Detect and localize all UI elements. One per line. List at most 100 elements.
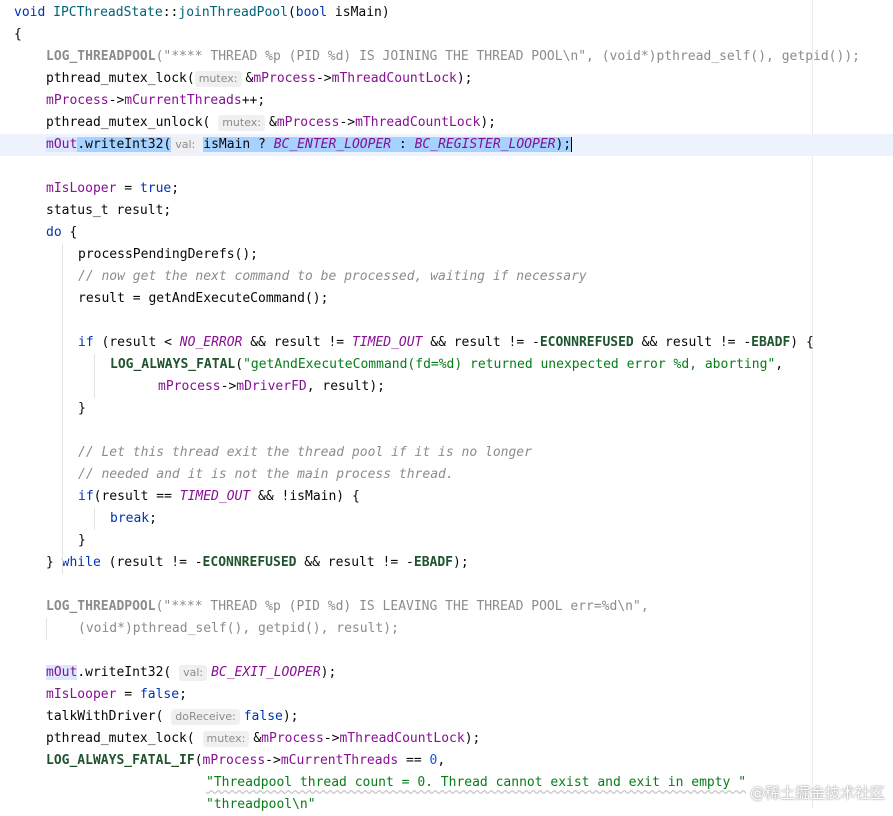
code-token: joinThreadPool — [178, 5, 288, 20]
code-line[interactable]: break; — [0, 508, 893, 530]
code-line[interactable]: mProcess->mCurrentThreads++; — [0, 90, 893, 112]
code-token: isMain ? — [203, 137, 274, 152]
code-token: ); — [453, 555, 469, 570]
parameter-hint: doReceive: — [171, 709, 240, 725]
code-line[interactable]: LOG_THREADPOOL("**** THREAD %p (PID %d) … — [0, 596, 893, 618]
code-editor[interactable]: void IPCThreadState::joinThreadPool(bool… — [0, 0, 893, 812]
code-token: , result); — [306, 379, 386, 394]
code-token: processPendingDerefs(); — [78, 247, 259, 262]
code-token: BC_ENTER_LOOPER — [273, 137, 392, 152]
code-line[interactable]: { — [0, 24, 893, 46]
code-token: } — [78, 401, 86, 416]
code-text: mOut.writeInt32( val: BC_EXIT_LOOPER); — [46, 662, 336, 684]
code-line[interactable]: LOG_ALWAYS_FATAL_IF(mProcess->mCurrentTh… — [0, 750, 893, 772]
code-line[interactable]: // Let this thread exit the thread pool … — [0, 442, 893, 464]
code-line[interactable]: pthread_mutex_lock(mutex: &mProcess->mThr… — [0, 68, 893, 90]
code-token: = — [116, 181, 140, 196]
code-line[interactable]: mOut.writeInt32( val: BC_EXIT_LOOPER); — [0, 662, 893, 684]
code-text: break; — [110, 508, 157, 530]
code-line[interactable]: pthread_mutex_lock( mutex: &mProcess->mTh… — [0, 728, 893, 750]
code-token: = — [116, 687, 140, 702]
code-text: status_t result; — [46, 200, 171, 222]
code-text: processPendingDerefs(); — [78, 244, 258, 266]
code-line[interactable]: talkWithDriver( doReceive: false); — [0, 706, 893, 728]
code-line[interactable]: // needed and it is not the main process… — [0, 464, 893, 486]
code-line[interactable]: mIsLooper = false; — [0, 684, 893, 706]
code-token: mDriverFD — [236, 379, 307, 394]
code-token: "Threadpool thread count = 0. Thread can… — [206, 775, 747, 790]
code-line[interactable] — [0, 574, 893, 596]
code-text: "Threadpool thread count = 0. Thread can… — [206, 772, 746, 794]
code-token: mIsLooper — [46, 687, 117, 702]
code-token: ) { — [790, 335, 814, 350]
code-text: // now get the next command to be proces… — [78, 266, 587, 288]
code-line[interactable]: if (result < NO_ERROR && result != TIMED… — [0, 332, 893, 354]
code-line[interactable]: mOut.writeInt32(val: isMain ? BC_ENTER_LO… — [0, 134, 893, 156]
code-line[interactable] — [0, 156, 893, 178]
code-token: ("**** THREAD %p (PID %d) IS LEAVING THE… — [155, 599, 649, 614]
code-token: "threadpool\n" — [206, 797, 316, 812]
code-line[interactable] — [0, 420, 893, 442]
code-token: -> — [315, 71, 332, 86]
code-line[interactable]: void IPCThreadState::joinThreadPool(bool… — [0, 2, 893, 24]
code-line[interactable]: do { — [0, 222, 893, 244]
indent-guide — [94, 508, 95, 530]
code-token: pthread_mutex_lock( — [46, 731, 203, 746]
parameter-hint: mutex: — [194, 71, 242, 87]
code-text: mProcess->mCurrentThreads++; — [46, 90, 265, 112]
code-token: // now get the next command to be proces… — [78, 269, 587, 284]
code-line[interactable]: } — [0, 398, 893, 420]
code-text: mProcess->mDriverFD, result); — [158, 376, 385, 398]
code-line[interactable]: if(result == TIMED_OUT && !isMain) { — [0, 486, 893, 508]
code-token: ); — [320, 665, 337, 680]
code-token: while — [61, 555, 109, 570]
code-line[interactable]: status_t result; — [0, 200, 893, 222]
code-text: mOut.writeInt32(val: isMain ? BC_ENTER_LO… — [46, 134, 573, 156]
indent-guide — [62, 244, 63, 574]
text-caret — [571, 137, 573, 152]
code-text: // needed and it is not the main process… — [78, 464, 454, 486]
code-line[interactable] — [0, 640, 893, 662]
code-token: mOut — [46, 137, 78, 152]
code-token: (result == — [93, 489, 180, 504]
code-token: EBADF — [413, 555, 454, 570]
code-token: mThreadCountLock — [331, 71, 457, 86]
code-token: mProcess — [253, 71, 316, 86]
code-line[interactable]: LOG_ALWAYS_FATAL("getAndExecuteCommand(f… — [0, 354, 893, 376]
code-line[interactable]: (void*)pthread_self(), getpid(), result)… — [0, 618, 893, 640]
code-token: ); — [282, 709, 299, 724]
code-text: LOG_ALWAYS_FATAL_IF(mProcess->mCurrentTh… — [46, 750, 445, 772]
watermark: @稀土掘金技术社区 — [749, 784, 885, 802]
code-line[interactable]: pthread_mutex_unlock( mutex: &mProcess->m… — [0, 112, 893, 134]
code-line[interactable]: // now get the next command to be proces… — [0, 266, 893, 288]
code-token: false — [243, 709, 283, 724]
code-line[interactable]: mIsLooper = true; — [0, 178, 893, 200]
code-text: } — [78, 398, 86, 420]
code-line[interactable]: } — [0, 530, 893, 552]
code-line[interactable] — [0, 310, 893, 332]
code-token: (result < — [101, 335, 180, 350]
code-token: LOG_THREADPOOL — [46, 599, 156, 614]
code-line[interactable]: processPendingDerefs(); — [0, 244, 893, 266]
parameter-hint: mutex: — [202, 731, 250, 747]
code-token: : — [391, 137, 415, 152]
code-token: ; — [149, 511, 157, 526]
code-line[interactable]: result = getAndExecuteCommand(); — [0, 288, 893, 310]
code-line[interactable]: } while (result != -ECONNREFUSED && resu… — [0, 552, 893, 574]
code-text: (void*)pthread_self(), getpid(), result)… — [78, 618, 399, 640]
code-line[interactable]: mProcess->mDriverFD, result); — [0, 376, 893, 398]
code-token: mProcess — [276, 115, 340, 130]
code-token: (void*)pthread_self(), getpid(), result)… — [78, 621, 399, 636]
code-token: ("**** THREAD %p (PID %d) IS JOINING THE… — [155, 49, 860, 64]
code-line[interactable]: LOG_THREADPOOL("**** THREAD %p (PID %d) … — [0, 46, 893, 68]
code-token: // needed and it is not the main process… — [78, 467, 454, 482]
code-token: result = getAndExecuteCommand(); — [78, 291, 329, 306]
code-token: EBADF — [751, 335, 791, 350]
code-token: pthread_mutex_lock( — [46, 71, 195, 86]
code-text: mIsLooper = true; — [46, 178, 179, 200]
code-text: LOG_ALWAYS_FATAL("getAndExecuteCommand(f… — [110, 354, 783, 376]
parameter-hint: val: — [171, 137, 200, 153]
code-token: & — [253, 731, 262, 746]
code-token: pthread_mutex_unlock( — [46, 115, 219, 130]
code-token: if — [78, 489, 94, 504]
